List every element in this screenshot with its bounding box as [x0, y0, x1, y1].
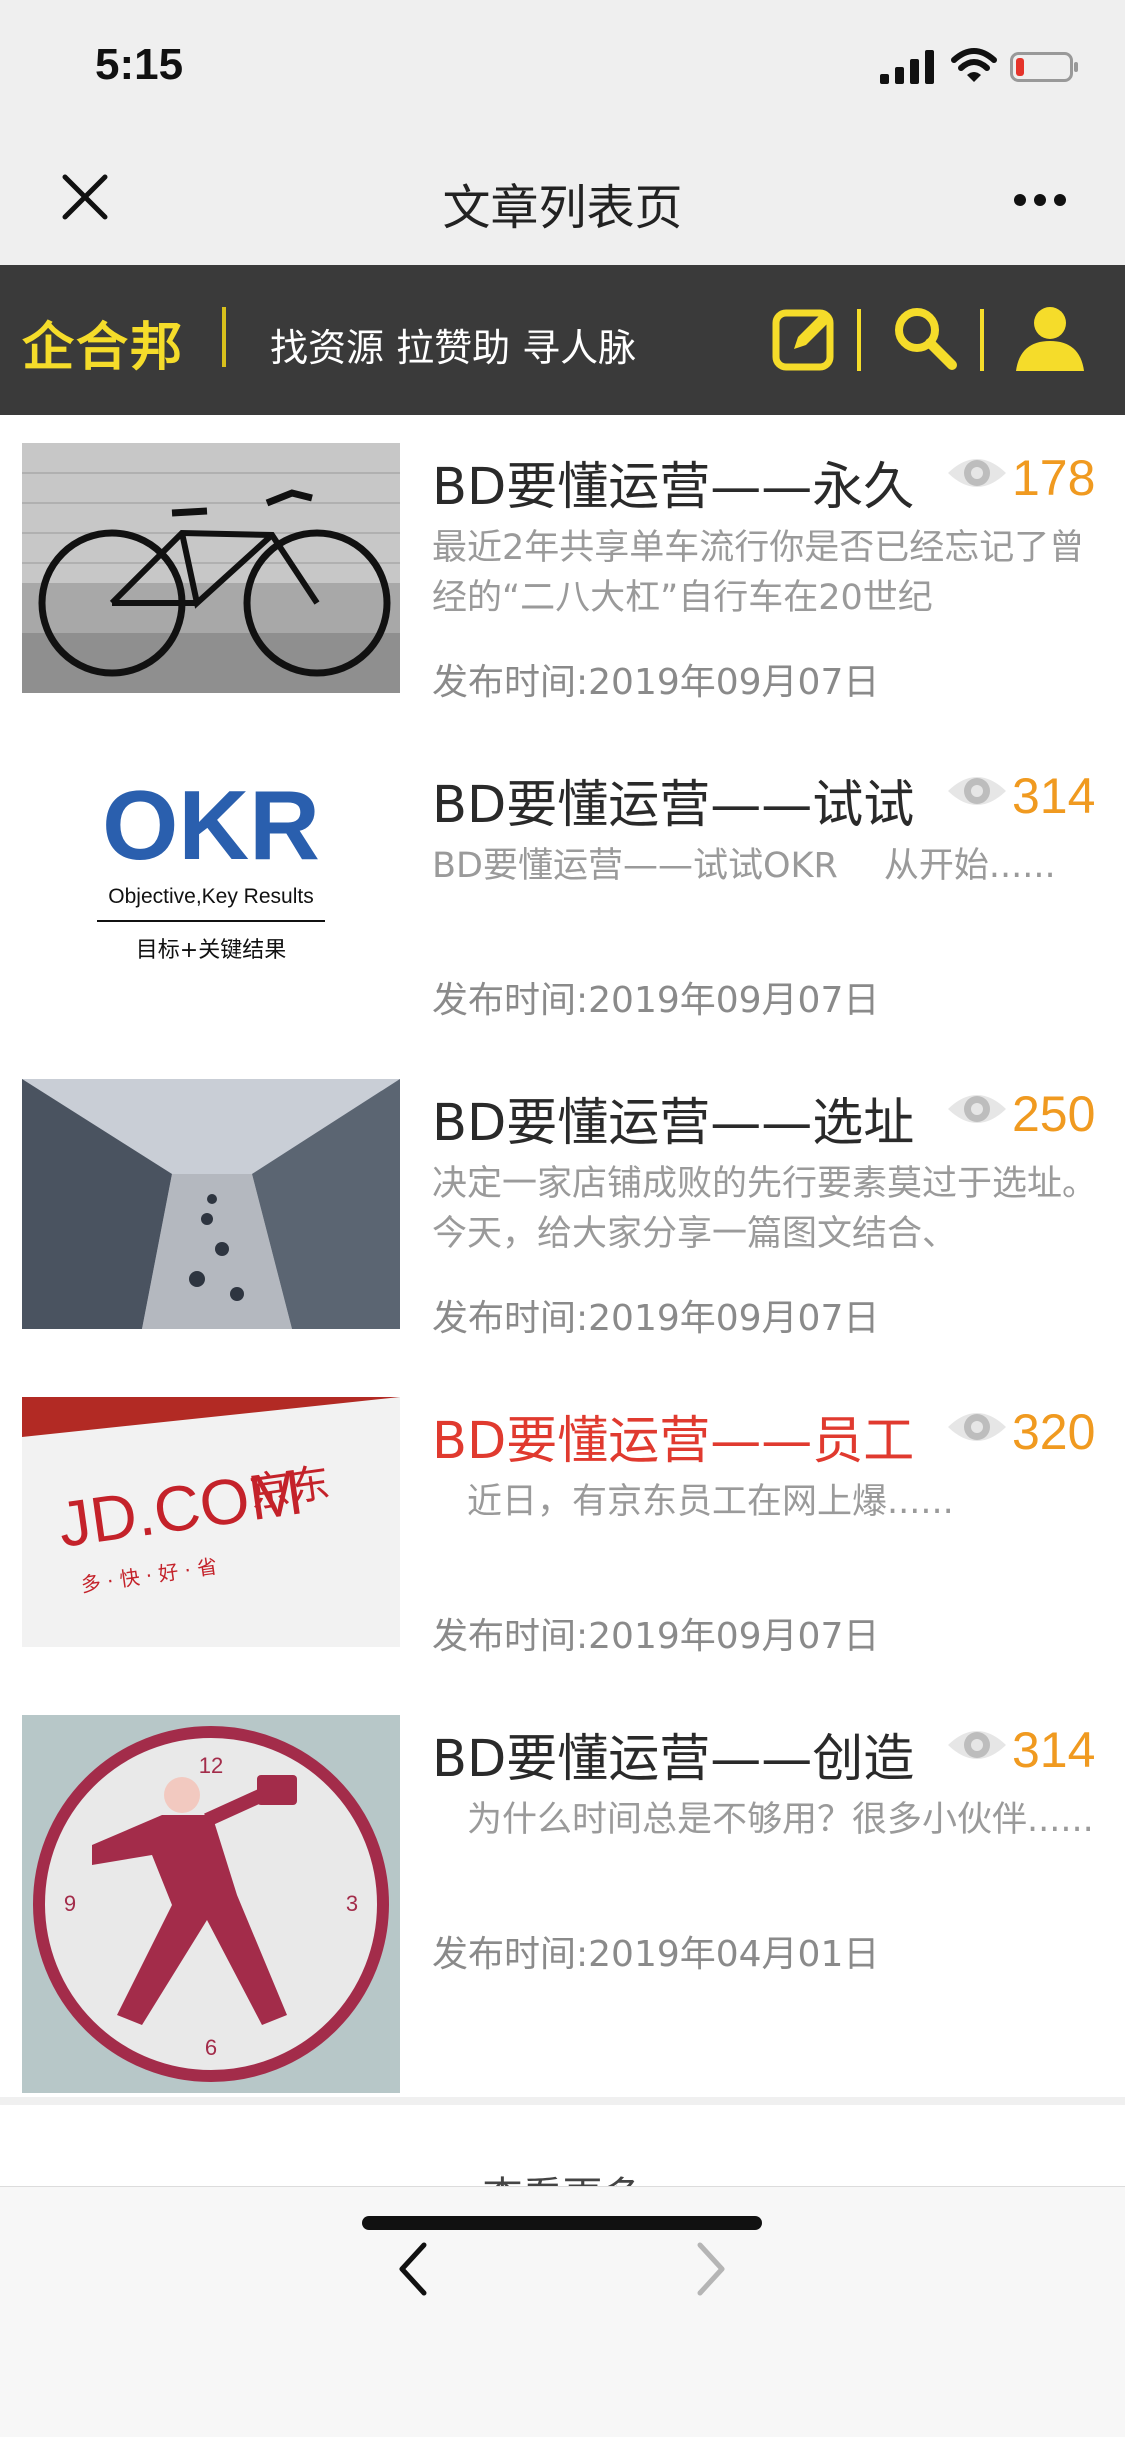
- view-count: 314: [1012, 768, 1096, 824]
- article-summary: BD要懂运营——试试OKR 从开始......: [432, 846, 1056, 886]
- site-header: 企合邦 找资源 拉赞助 寻人脉: [0, 265, 1125, 415]
- clock-number-3: 3: [346, 1891, 358, 1916]
- forward-arrow-icon[interactable]: [692, 2239, 732, 2299]
- view-count-eye-icon: [948, 1413, 1006, 1441]
- article-item[interactable]: BD要懂运营——永久 178 最近2年共享单车流行你是否已经忘记了曾经的“二八大…: [0, 415, 1125, 741]
- page-title: 文章列表页: [442, 180, 683, 236]
- article-thumbnail-clock: 12 3 6 9: [22, 1715, 400, 2093]
- battery-icon: [1010, 52, 1078, 82]
- article-date: 发布时间:2019年09月07日: [432, 1616, 880, 1657]
- view-count-eye-icon: [948, 1731, 1006, 1759]
- article-date: 发布时间:2019年09月07日: [432, 1298, 880, 1339]
- article-date: 发布时间:2019年09月07日: [432, 662, 880, 703]
- header-icon-divider: [980, 309, 984, 371]
- site-logo[interactable]: 企合邦: [22, 305, 184, 380]
- clock-number-12: 12: [199, 1753, 223, 1778]
- view-count: 320: [1012, 1404, 1096, 1460]
- article-thumbnail-okr: OKR Objective,Key Results 目标+关键结果: [22, 761, 400, 1011]
- view-count-eye-icon: [948, 459, 1006, 487]
- okr-cn-text: 目标+关键结果: [136, 938, 286, 963]
- okr-logo-text: OKR: [102, 770, 320, 880]
- view-count: 178: [1012, 450, 1096, 506]
- view-count: 314: [1012, 1722, 1096, 1778]
- wifi-icon: [951, 48, 997, 82]
- edit-icon[interactable]: [770, 303, 840, 373]
- cellular-signal-icon: [880, 50, 934, 84]
- user-icon[interactable]: [1010, 303, 1090, 373]
- view-count-eye-icon: [948, 777, 1006, 805]
- header-icon-divider: [857, 309, 861, 371]
- view-count-eye-icon: [948, 1095, 1006, 1123]
- article-thumbnail-jd: JD.COM 京东 多 · 快 · 好 · 省: [22, 1397, 400, 1647]
- view-count: 250: [1012, 1086, 1096, 1142]
- back-arrow-icon[interactable]: [392, 2239, 432, 2299]
- article-summary: 决定一家店铺成败的先行要素莫过于选址。今天，给大家分享一篇图文结合、: [432, 1164, 1098, 1254]
- article-date: 发布时间:2019年04月01日: [432, 1934, 880, 1975]
- wechat-nav-bar: 文章列表页: [0, 130, 1125, 266]
- header-divider: [222, 307, 226, 367]
- article-title[interactable]: BD要懂运营——选址: [432, 1081, 914, 1155]
- article-title[interactable]: BD要懂运营——员工: [432, 1399, 914, 1473]
- article-item[interactable]: JD.COM 京东 多 · 快 · 好 · 省 BD要懂运营——员工 320 近…: [0, 1369, 1125, 1695]
- article-title[interactable]: BD要懂运营——试试: [432, 763, 914, 837]
- article-summary: 为什么时间总是不够用？很多小伙伴......: [432, 1800, 1094, 1840]
- okr-subtitle-text: Objective,Key Results: [108, 885, 313, 908]
- article-item[interactable]: BD要懂运营——选址 250 决定一家店铺成败的先行要素莫过于选址。今天，给大家…: [0, 1051, 1125, 1377]
- status-time: 5:15: [95, 40, 184, 89]
- more-options-icon[interactable]: [1012, 192, 1068, 208]
- home-indicator: [362, 2216, 762, 2230]
- article-date: 发布时间:2019年09月07日: [432, 980, 880, 1021]
- article-title[interactable]: BD要懂运营——永久: [432, 445, 914, 519]
- clock-number-6: 6: [205, 2035, 217, 2060]
- status-bar: 5:15: [0, 0, 1125, 130]
- article-thumbnail-bicycle: [22, 443, 400, 693]
- article-item[interactable]: 12 3 6 9 BD要懂运营——创造 314 为什么时间总是不够用？很多小伙伴…: [0, 1687, 1125, 2105]
- search-icon[interactable]: [890, 303, 960, 373]
- article-item[interactable]: OKR Objective,Key Results 目标+关键结果 BD要懂运营…: [0, 733, 1125, 1059]
- article-thumbnail-mall: [22, 1079, 400, 1329]
- article-summary: 近日，有京东员工在网上爆......: [432, 1482, 954, 1522]
- clock-number-9: 9: [64, 1891, 76, 1916]
- article-summary: 最近2年共享单车流行你是否已经忘记了曾经的“二八大杠”自行车在20世纪: [432, 528, 1085, 618]
- article-title[interactable]: BD要懂运营——创造: [432, 1717, 914, 1791]
- site-tagline: 找资源 拉赞助 寻人脉: [270, 326, 637, 370]
